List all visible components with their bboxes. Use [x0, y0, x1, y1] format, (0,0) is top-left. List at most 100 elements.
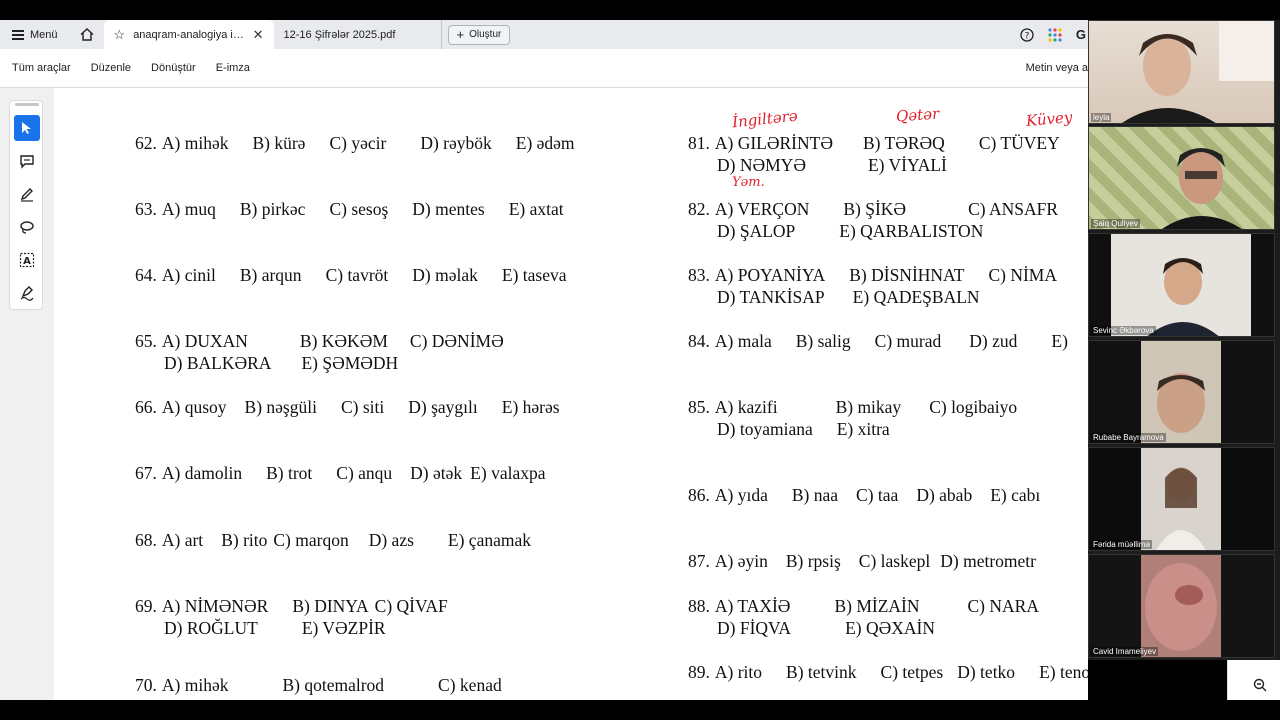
bottom-black-bar	[0, 700, 1280, 720]
question-number: 66.	[135, 397, 157, 417]
question-number: 68.	[135, 530, 157, 550]
answer-option: C) DƏNİMƏ	[409, 331, 504, 351]
participant-video[interactable]: Cavid Imameliyev	[1088, 554, 1275, 658]
question-63: 63. A) muq B) pirkəc C) sesoş D) mentes E) ax…	[135, 198, 564, 220]
question-number: 85.	[688, 397, 710, 417]
question-83: 83. A) POYANİYA B) DİSNİHNAT C) NİMA D) TANK…	[688, 264, 1057, 308]
answer-option: B) arqun	[239, 265, 302, 285]
answer-option: D) toyamiana	[717, 419, 813, 439]
person-silhouette-icon	[1111, 234, 1251, 336]
answer-option: D) ŞALOP	[717, 221, 796, 241]
question-line: 69. A) NİMƏNƏR B) DINYA C) QİVAF	[135, 596, 448, 616]
answer-option: A) art	[161, 530, 204, 550]
menu-edit[interactable]: Düzenle	[91, 62, 131, 74]
question-62: 62. A) mihək B) kürə C) yəcir D) rəybök E) əd…	[135, 132, 575, 154]
tab-title: anaqram-analogiya ilk...	[133, 28, 245, 41]
palette-grip[interactable]	[15, 103, 39, 106]
home-button[interactable]	[70, 20, 104, 49]
answer-option: B) pirkəc	[239, 199, 306, 219]
answer-option: A) NİMƏNƏR	[161, 596, 269, 616]
cursor-icon	[22, 122, 31, 134]
answer-option: B) salig	[795, 331, 851, 351]
star-icon[interactable]: ☆	[114, 27, 126, 43]
question-line: D) BALKƏRA E) ŞƏMƏDH	[135, 352, 504, 374]
question-66: 66. A) qusoy B) nəşgüli C) siti D) şaygılı E)…	[135, 396, 560, 418]
answer-option: E) VİYALİ	[867, 155, 947, 175]
question-line: 70. A) mihək B) qotemalrod C) kenad	[135, 675, 502, 695]
question-line: 82. A) VERÇON B) ŞİKƏ C) ANSAFR	[688, 199, 1058, 219]
tab-sifreler[interactable]: 12-16 Şifrələr 2025.pdf	[274, 20, 442, 49]
annotation-kuvey: Küvey	[1025, 108, 1074, 130]
menu-all-tools[interactable]: Tüm araçlar	[12, 62, 71, 74]
sign-tool[interactable]	[14, 280, 40, 306]
question-number: 86.	[688, 485, 710, 505]
menu-convert[interactable]: Dönüştür	[151, 62, 196, 74]
question-line: D) toyamiana E) xitra	[688, 418, 1017, 440]
answer-option: A) damolin	[161, 463, 243, 483]
answer-option: D) mentes	[412, 199, 485, 219]
answer-option: B) trot	[266, 463, 313, 483]
menu-esign[interactable]: E-imza	[216, 62, 250, 74]
question-84: 84. A) mala B) salig C) murad D) zud E)	[688, 330, 1068, 352]
question-number: 88.	[688, 596, 710, 616]
answer-option: D) rəybök	[420, 133, 492, 153]
question-line: 88. A) TAXİƏ B) MİZAİN C) NARA	[688, 596, 1039, 616]
participant-video[interactable]: Rubabe Bayramova	[1088, 340, 1275, 444]
answer-option: A) rito	[714, 662, 763, 682]
tab-title: 12-16 Şifrələr 2025.pdf	[283, 28, 396, 41]
answer-option: A) VERÇON	[714, 199, 810, 219]
answer-option: B) DİSNİHNAT	[849, 265, 965, 285]
browser-tab-bar: Menü ☆ anaqram-analogiya ilk... ✕ 12-16 …	[0, 20, 1088, 49]
answer-option: C) tetpes	[880, 662, 944, 682]
select-tool[interactable]	[14, 115, 40, 141]
answer-option: E) ŞƏMƏDH	[301, 353, 399, 373]
answer-option: A) POYANİYA	[714, 265, 826, 285]
search-text-label[interactable]: Metin veya a	[1026, 62, 1088, 74]
question-number: 64.	[135, 265, 157, 285]
question-line: 67. A) damolin B) trot C) anqu D) ətək E) val…	[135, 463, 545, 483]
zoom-out-button[interactable]	[1246, 672, 1274, 698]
plus-icon: +	[456, 27, 465, 42]
question-line: 86. A) yıda B) naa C) taa D) abab E) cabı	[688, 485, 1040, 505]
pdf-toolbar: Tüm araçlar Düzenle Dönüştür E-imza Meti…	[0, 49, 1088, 88]
answer-option: A) mihək	[161, 675, 229, 695]
question-line: 63. A) muq B) pirkəc C) sesoş D) mentes E) ax…	[135, 199, 564, 219]
create-label: Oluştur	[469, 29, 502, 40]
create-button[interactable]: + Oluştur	[447, 24, 511, 45]
comment-tool[interactable]	[14, 148, 40, 174]
close-icon[interactable]: ✕	[253, 27, 264, 43]
question-number: 81.	[688, 133, 710, 153]
answer-option: B) ŞİKƏ	[843, 199, 907, 219]
answer-option: E) QADEŞBALN	[852, 287, 980, 307]
answer-option: E) hərəs	[501, 397, 560, 417]
question-86: 86. A) yıda B) naa C) taa D) abab E) cabı	[688, 484, 1040, 506]
tab-anaqram[interactable]: ☆ anaqram-analogiya ilk... ✕	[103, 20, 274, 49]
participant-video[interactable]: Fərida müəllimə	[1088, 447, 1275, 551]
answer-option: E) tenon	[1039, 662, 1088, 682]
draw-tool[interactable]	[14, 181, 40, 207]
answer-option: B) qotemalrod	[282, 675, 385, 695]
annotation-ingiltere: İngiltərə	[731, 106, 799, 132]
answer-option: A) əyin	[714, 551, 768, 571]
answer-option: B) mikay	[835, 397, 902, 417]
participant-video[interactable]: leyla	[1088, 20, 1275, 124]
answer-option: C) TÜVEY	[978, 133, 1060, 153]
menu-button[interactable]: Menü	[0, 20, 70, 49]
answer-option: A) mala	[714, 331, 772, 351]
apps-grid-icon[interactable]	[1048, 27, 1062, 42]
answer-option: C) tavröt	[325, 265, 389, 285]
participant-name: leyla	[1091, 113, 1112, 122]
answer-option: A) yıda	[714, 485, 768, 505]
participant-video[interactable]: Şaiq Quliyev	[1088, 126, 1275, 230]
freeform-tool[interactable]	[14, 214, 40, 240]
text-tool[interactable]: A	[14, 247, 40, 273]
help-icon[interactable]: ?	[1020, 27, 1034, 42]
profile-letter[interactable]: G	[1076, 27, 1086, 42]
participant-video[interactable]: Sevinc Əkbərova	[1088, 233, 1275, 337]
answer-option: E) axtat	[508, 199, 564, 219]
question-line: 85. A) kazifi B) mikay C) logibaiyo	[688, 397, 1017, 417]
question-88: 88. A) TAXİƏ B) MİZAİN C) NARA D) FİQVA E) QƏ…	[688, 595, 1039, 639]
question-line: 64. A) cinil B) arqun C) tavröt D) məlak E) t…	[135, 265, 567, 285]
question-line: 62. A) mihək B) kürə C) yəcir D) rəybök E) əd…	[135, 133, 575, 153]
answer-option: A) GILƏRİNTƏ	[714, 133, 833, 153]
